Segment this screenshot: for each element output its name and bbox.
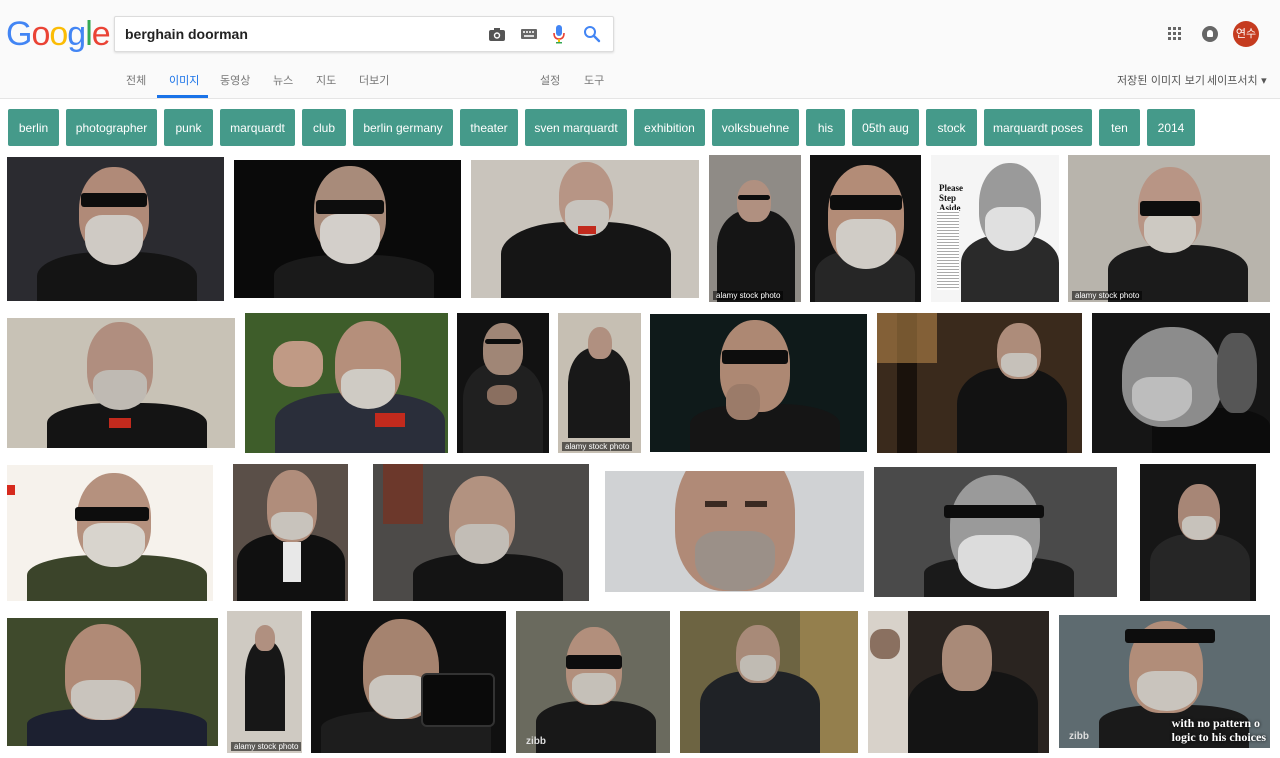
chip-club[interactable]: club xyxy=(302,109,346,146)
image-result[interactable] xyxy=(680,611,858,753)
image-result[interactable] xyxy=(373,464,589,601)
chip-stock[interactable]: stock xyxy=(926,109,977,146)
magazine-title: Please Step Aside xyxy=(939,183,963,213)
chip-05th-aug[interactable]: 05th aug xyxy=(852,109,919,146)
logo-letter: e xyxy=(91,15,111,53)
tab-more[interactable]: 더보기 xyxy=(359,72,389,88)
image-result[interactable]: zibb xyxy=(516,611,670,753)
apps-grid-icon[interactable] xyxy=(1168,27,1182,41)
image-result[interactable] xyxy=(7,318,235,448)
image-result[interactable]: alamy stock photo xyxy=(227,611,302,753)
avatar[interactable]: 연수 xyxy=(1233,21,1259,47)
chip-ten[interactable]: ten xyxy=(1099,109,1140,146)
logo-letter: o xyxy=(31,15,50,53)
chip-berlin[interactable]: berlin xyxy=(8,109,59,146)
search-input[interactable] xyxy=(125,17,465,51)
image-result[interactable] xyxy=(874,467,1117,597)
saved-images-link[interactable]: 저장된 이미지 보기 xyxy=(1117,72,1205,88)
image-result[interactable]: alamy stock photo xyxy=(1068,155,1270,302)
watermark-label: alamy stock photo xyxy=(562,442,633,451)
image-result[interactable] xyxy=(457,313,549,453)
image-result[interactable] xyxy=(605,471,864,592)
tab-videos[interactable]: 동영상 xyxy=(220,72,250,88)
logo-letter: o xyxy=(49,15,68,53)
settings-link[interactable]: 설정 xyxy=(540,72,560,88)
chip-marquardt[interactable]: marquardt xyxy=(220,109,295,146)
image-result[interactable] xyxy=(1140,464,1256,601)
watermark-label: alamy stock photo xyxy=(1072,291,1143,300)
search-box xyxy=(114,16,614,52)
image-result[interactable] xyxy=(7,157,224,301)
image-result[interactable] xyxy=(7,465,213,601)
image-result[interactable]: zibb with no pattern o logic to his choi… xyxy=(1059,615,1270,748)
search-icon[interactable] xyxy=(582,24,602,44)
chip-sven-marquardt[interactable]: sven marquardt xyxy=(525,109,627,146)
image-result[interactable] xyxy=(877,313,1082,453)
watermark-label: alamy stock photo xyxy=(231,742,302,751)
microphone-icon[interactable] xyxy=(549,24,569,44)
image-result[interactable] xyxy=(471,160,699,298)
caption-line: with no pattern o xyxy=(1171,716,1261,730)
tab-news[interactable]: 뉴스 xyxy=(273,72,293,88)
tab-images[interactable]: 이미지 xyxy=(169,72,199,88)
image-result[interactable] xyxy=(1092,313,1270,453)
image-result[interactable]: Please Step Aside xyxy=(931,155,1059,302)
image-result[interactable] xyxy=(234,160,461,298)
tab-maps[interactable]: 지도 xyxy=(316,72,336,88)
notifications-icon[interactable] xyxy=(1202,26,1218,42)
tab-all[interactable]: 전체 xyxy=(126,72,146,88)
image-result[interactable] xyxy=(233,464,348,601)
chip-2014[interactable]: 2014 xyxy=(1147,109,1195,146)
image-result[interactable] xyxy=(868,611,1049,753)
logo-letter: g xyxy=(67,15,86,53)
video-caption: with no pattern o logic to his choices xyxy=(1172,716,1266,744)
chip-exhibition[interactable]: exhibition xyxy=(634,109,705,146)
tools-link[interactable]: 도구 xyxy=(584,72,604,88)
logo-letter: G xyxy=(6,15,32,53)
image-result[interactable]: alamy stock photo xyxy=(558,313,641,453)
active-tab-indicator xyxy=(157,95,208,98)
chip-punk[interactable]: punk xyxy=(164,109,213,146)
image-result[interactable] xyxy=(650,314,867,452)
watermark-label: zibb xyxy=(526,736,546,747)
image-result[interactable]: alamy stock photo xyxy=(709,155,801,302)
chip-volksbuehne[interactable]: volksbuehne xyxy=(712,109,799,146)
header-bar: Google 연수 전체 이미지 동영상 뉴스 지도 더보기 설정 도구 저장된… xyxy=(0,0,1280,99)
watermark-label: alamy stock photo xyxy=(713,291,784,300)
chip-marquardt-poses[interactable]: marquardt poses xyxy=(984,109,1092,146)
camera-icon[interactable] xyxy=(487,24,507,44)
caption-line: logic to his choices xyxy=(1171,730,1266,744)
keyboard-icon[interactable] xyxy=(519,24,539,44)
safesearch-menu[interactable]: 세이프서치 ▾ xyxy=(1207,72,1267,88)
image-result[interactable] xyxy=(311,611,506,753)
chip-his[interactable]: his xyxy=(806,109,845,146)
image-result[interactable] xyxy=(810,155,921,302)
google-logo[interactable]: Google xyxy=(6,14,111,54)
watermark-label: zibb xyxy=(1069,731,1089,742)
chip-theater[interactable]: theater xyxy=(460,109,518,146)
image-result[interactable] xyxy=(7,618,218,746)
image-result[interactable] xyxy=(245,313,448,453)
chip-photographer[interactable]: photographer xyxy=(66,109,157,146)
chip-berlin-germany[interactable]: berlin germany xyxy=(353,109,453,146)
